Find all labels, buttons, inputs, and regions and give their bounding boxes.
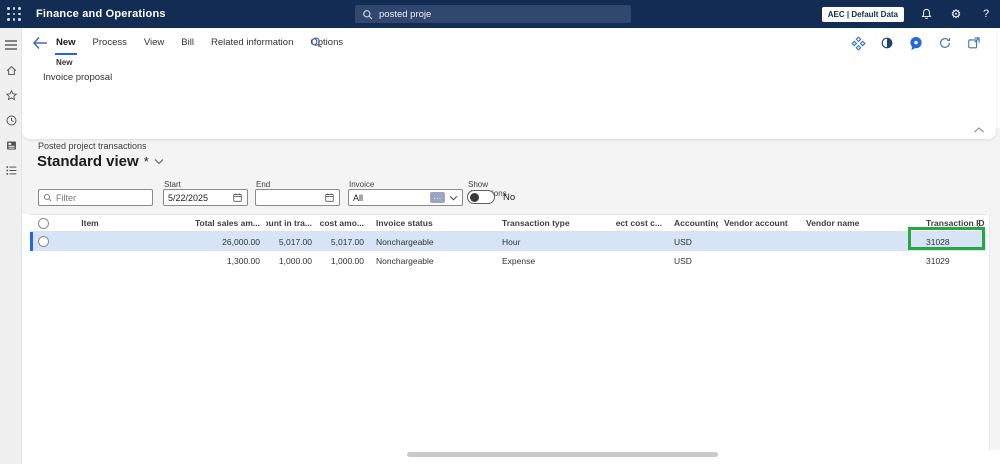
grid-header-cell-vendor-account[interactable]: Vendor account — [718, 215, 800, 231]
recent-clock-icon[interactable] — [0, 109, 22, 131]
expand-menu-icon[interactable] — [0, 34, 22, 56]
grid-cell-transaction-id[interactable]: 31029 — [920, 251, 986, 270]
grid-cell-vendor-account[interactable] — [718, 232, 800, 251]
invoice-proposal-menu-item[interactable]: Invoice proposal — [43, 72, 112, 83]
grid-cell-total-cost[interactable]: 1,000.00 — [318, 251, 370, 270]
open-in-new-window-icon[interactable] — [966, 35, 982, 51]
grid-cell-indirect-cost[interactable] — [616, 251, 668, 270]
contrast-icon[interactable] — [879, 35, 895, 51]
grid-cell-total-sales[interactable]: 1,300.00 — [124, 251, 266, 270]
grid-header-cell-vendor-name[interactable]: Vendor name — [800, 215, 920, 231]
action-pane-search-icon[interactable] — [310, 36, 324, 50]
grid-cell-total-sales[interactable]: 26,000.00 — [124, 232, 266, 251]
lookup-ellipsis-icon[interactable]: ... — [430, 192, 445, 203]
invoice-status-dropdown[interactable]: All ... — [348, 189, 463, 206]
grid-header-cell-amount-in-trans[interactable]: Amount in tra... — [266, 215, 318, 231]
ribbon-group-label: New — [56, 58, 73, 67]
start-date-value: 5/22/2025 — [168, 192, 209, 203]
grid-row-1[interactable]: 26,000.00 5,017.00 5,017.00 Nonchargeable Ho… — [30, 232, 986, 251]
grid-cell-item[interactable] — [56, 232, 124, 251]
tab-view[interactable]: View — [143, 33, 165, 53]
grid-header-row: ItemTotal sales am...Amount in tra...Tot… — [30, 214, 986, 232]
favorites-star-icon[interactable] — [0, 84, 22, 106]
chevron-down-icon — [154, 158, 164, 165]
row-selector-cell[interactable] — [30, 251, 56, 270]
tab-process[interactable]: Process — [92, 33, 128, 53]
modules-icon[interactable] — [0, 159, 22, 181]
grid-cell-amount-in-trans[interactable]: 5,017.00 — [266, 232, 318, 251]
action-pane: New Process View Bill Related information Opt… — [22, 28, 996, 139]
grid-row-2[interactable]: 1,300.00 1,000.00 1,000.00 Nonchargeable Exp… — [30, 251, 986, 270]
left-navigation-rail — [0, 28, 22, 464]
grid-column-options-icon[interactable]: ⋮ — [974, 218, 983, 229]
diamonds-icon[interactable] — [850, 35, 866, 51]
back-arrow-icon[interactable] — [32, 36, 50, 52]
action-pane-tabs: New Process View Bill Related information Opt… — [55, 33, 344, 55]
grid-cell-indirect-cost[interactable] — [616, 232, 668, 251]
grid-cell-invoice-status[interactable]: Nonchargeable — [370, 251, 496, 270]
view-selector[interactable]: Standard view * — [37, 153, 164, 170]
calendar-icon[interactable] — [324, 192, 335, 203]
show-deductions-state: No — [503, 192, 516, 203]
grid-cell-total-cost[interactable]: 5,017.00 — [318, 232, 370, 251]
transactions-grid: ItemTotal sales am...Amount in tra...Tot… — [30, 214, 986, 270]
grid-cell-transaction-type[interactable]: Hour — [496, 232, 616, 251]
tab-bill[interactable]: Bill — [180, 33, 195, 53]
global-search-value: posted proje — [379, 8, 432, 20]
show-deductions-toggle[interactable] — [467, 190, 495, 204]
select-all-cell[interactable] — [30, 215, 56, 231]
grid-cell-item[interactable] — [56, 251, 124, 270]
grid-header-cell-invoice-status[interactable]: Invoice status — [370, 215, 496, 231]
quick-filter-placeholder: Filter — [56, 192, 76, 203]
page-caption: Posted project transactions — [38, 141, 147, 151]
vertical-scrollbar[interactable] — [989, 214, 1000, 450]
end-date-input[interactable] — [255, 189, 340, 206]
grid-cell-accounting-currency[interactable]: USD — [668, 232, 718, 251]
app-title: Finance and Operations — [36, 8, 166, 20]
grid-cell-vendor-name[interactable] — [800, 232, 920, 251]
collapse-action-pane-icon[interactable] — [973, 126, 987, 136]
grid-cell-vendor-name[interactable] — [800, 251, 920, 270]
grid-header-cell-indirect-cost[interactable]: Indirect cost c... — [616, 215, 668, 231]
grid-cell-amount-in-trans[interactable]: 1,000.00 — [266, 251, 318, 270]
grid-header-cell-total-sales[interactable]: Total sales am... — [124, 215, 266, 231]
horizontal-scrollbar-thumb[interactable] — [407, 452, 718, 457]
select-all-radio[interactable] — [37, 217, 49, 229]
search-icon — [362, 9, 373, 20]
grid-header-cell-item[interactable]: Item — [56, 215, 124, 231]
tab-related-information[interactable]: Related information — [210, 33, 294, 53]
environment-badge[interactable]: AEC | Default Data — [821, 6, 904, 22]
grid-header-cell-accounting-currency[interactable]: Accounting cu... — [668, 215, 718, 231]
app-launcher-icon[interactable] — [7, 7, 21, 21]
home-icon[interactable] — [0, 59, 22, 81]
top-navigation-bar: Finance and Operations posted proje AEC … — [0, 0, 1000, 28]
grid-cell-vendor-account[interactable] — [718, 251, 800, 270]
grid-cell-transaction-id[interactable]: 31028 — [920, 232, 986, 251]
help-icon[interactable]: ? — [978, 6, 994, 22]
grid-header-cell-total-cost[interactable]: Total cost amo... — [318, 215, 370, 231]
grid-cell-transaction-type[interactable]: Expense — [496, 251, 616, 270]
global-search-input[interactable]: posted proje — [355, 5, 631, 23]
refresh-icon[interactable] — [937, 35, 953, 51]
calendar-icon[interactable] — [232, 192, 243, 203]
grid-cell-accounting-currency[interactable]: USD — [668, 251, 718, 270]
search-icon — [43, 193, 52, 202]
view-name: Standard view — [37, 153, 139, 170]
messages-icon[interactable] — [908, 35, 924, 51]
invoice-status-value: All — [353, 192, 364, 203]
tab-new[interactable]: New — [55, 33, 77, 55]
settings-gear-icon[interactable]: ⚙ — [948, 6, 964, 22]
chevron-down-icon[interactable] — [449, 195, 458, 201]
workspaces-icon[interactable] — [0, 134, 22, 156]
notifications-bell-icon[interactable] — [918, 6, 934, 22]
grid-cell-invoice-status[interactable]: Nonchargeable — [370, 232, 496, 251]
view-modified-marker: * — [143, 154, 149, 169]
grid-header-cell-transaction-type[interactable]: Transaction type — [496, 215, 616, 231]
row-select-radio[interactable] — [37, 236, 49, 247]
quick-filter-input[interactable]: Filter — [38, 189, 153, 206]
row-selector-cell[interactable] — [30, 232, 56, 251]
start-date-input[interactable]: 5/22/2025 — [163, 189, 248, 206]
